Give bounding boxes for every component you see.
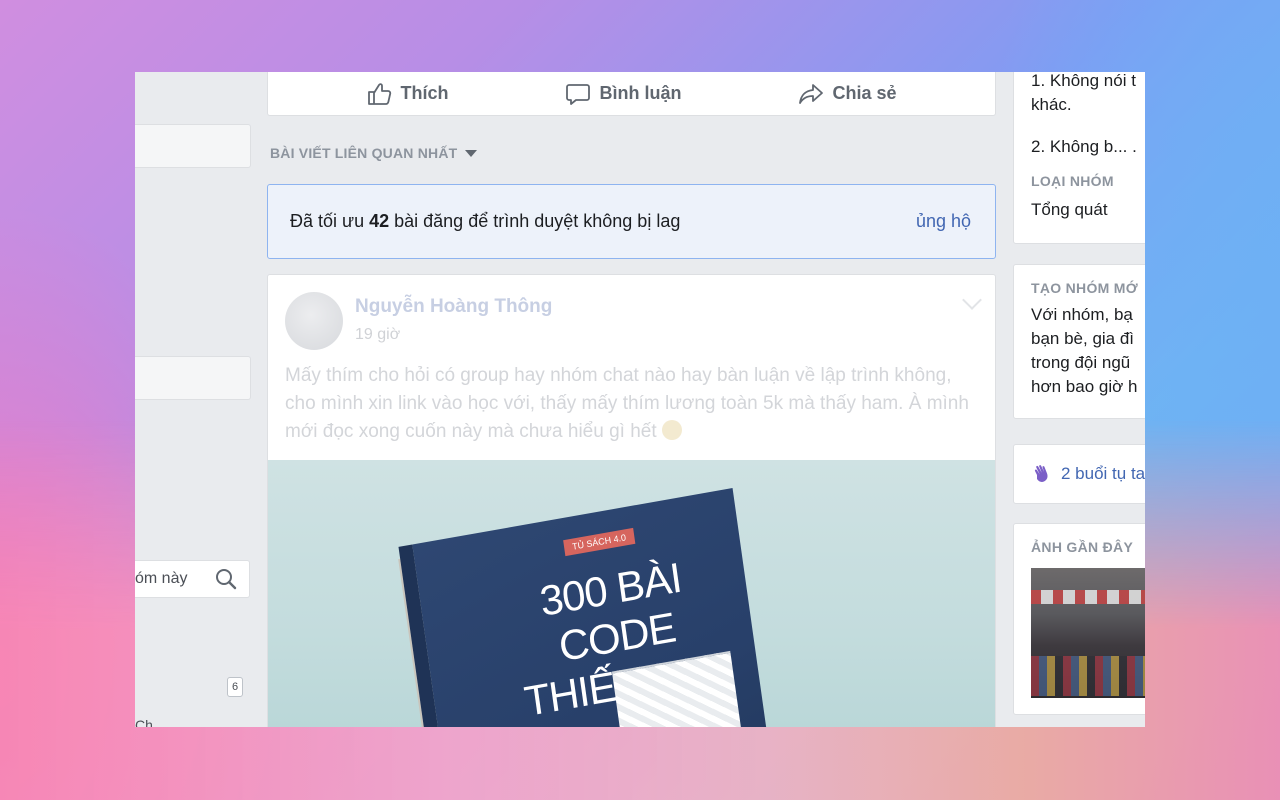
rule-item: 1. Không nói t (1031, 72, 1136, 90)
group-search-field[interactable]: óm này (135, 560, 250, 598)
avatar[interactable] (285, 292, 343, 350)
left-sidebar-text: Ch (135, 717, 153, 727)
book-spine (398, 544, 449, 727)
post-timestamp[interactable]: 19 giờ (355, 326, 400, 344)
book-series-tag: TỦ SÁCH 4.0 (563, 527, 635, 557)
left-sidebar-block (135, 356, 251, 400)
feed-post: Nguyễn Hoàng Thông 19 giờ Mấy thím cho h… (267, 274, 996, 727)
create-group-card: TẠO NHÓM MỚ Với nhóm, bạ bạn bè, gia đì … (1013, 264, 1145, 419)
book-cover: TỦ SÁCH 4.0 300 BÀI CODE THIẾU NHI (398, 488, 769, 727)
left-sidebar-block (135, 124, 251, 168)
chevron-down-icon[interactable] (962, 290, 982, 310)
rule-item: 2. Không b... . (1031, 137, 1137, 156)
sort-label: BÀI VIẾT LIÊN QUAN NHẤT (270, 145, 458, 161)
book-image: TỦ SÁCH 4.0 300 BÀI CODE THIẾU NHI (398, 488, 769, 727)
thumbs-up-icon (366, 81, 392, 107)
post-author[interactable]: Nguyễn Hoàng Thông (355, 296, 552, 318)
recent-photo-thumbnail[interactable] (1031, 568, 1145, 698)
recent-photos-heading: ẢNH GẦN ĐÂY (1031, 539, 1134, 555)
search-icon[interactable] (215, 568, 237, 590)
wave-hand-icon (1031, 462, 1055, 486)
share-icon (798, 81, 824, 107)
sort-dropdown[interactable]: BÀI VIẾT LIÊN QUAN NHẤT (270, 145, 478, 161)
notice-prefix: Đã tối ưu (290, 211, 370, 231)
facebook-group-window: óm này 6 Ch Thích Bình luận Chia sẻ BÀI … (135, 72, 1145, 727)
recent-photos-card: ẢNH GẦN ĐÂY (1013, 523, 1145, 715)
notice-suffix: bài đăng để trình duyệt không bị lag (389, 211, 681, 231)
group-search-placeholder: óm này (135, 570, 188, 587)
share-button[interactable]: Chia sẻ (798, 81, 896, 107)
comment-icon (565, 81, 591, 107)
comment-label: Bình luận (599, 83, 682, 103)
rule-item-continued: khác. (1031, 95, 1072, 114)
share-label: Chia sẻ (832, 83, 897, 103)
like-label: Thích (400, 83, 449, 103)
events-text: 2 buổi tụ ta (1061, 464, 1145, 483)
group-type-value: Tổng quát (1031, 200, 1108, 219)
optimization-notice: Đã tối ưu 42 bài đăng để trình duyệt khô… (267, 184, 996, 259)
post-photo[interactable]: TỦ SÁCH 4.0 300 BÀI CODE THIẾU NHI (268, 460, 995, 727)
support-link[interactable]: ủng hộ (916, 211, 971, 232)
events-card[interactable]: 2 buổi tụ ta (1013, 444, 1145, 504)
post-text: Mấy thím cho hỏi có group hay nhóm chat … (285, 362, 975, 446)
caret-down-icon (465, 149, 478, 157)
group-type-heading: LOẠI NHÓM (1031, 173, 1114, 189)
post-text-content: Mấy thím cho hỏi có group hay nhóm chat … (285, 365, 969, 442)
post-action-bar: Thích Bình luận Chia sẻ (267, 72, 996, 116)
create-group-description: Với nhóm, bạ bạn bè, gia đì trong đội ng… (1031, 305, 1138, 396)
create-group-heading: TẠO NHÓM MỚ (1031, 280, 1139, 296)
comment-button[interactable]: Bình luận (565, 81, 681, 107)
count-badge: 6 (227, 677, 243, 697)
notice-text: Đã tối ưu 42 bài đăng để trình duyệt khô… (290, 211, 680, 232)
group-info-card: 1. Không nói t khác. 2. Không b... . LOẠ… (1013, 72, 1145, 244)
left-sidebar: óm này 6 Ch (135, 72, 255, 727)
notice-count: 42 (369, 211, 390, 231)
like-button[interactable]: Thích (366, 81, 448, 107)
emoji-icon (661, 420, 682, 440)
